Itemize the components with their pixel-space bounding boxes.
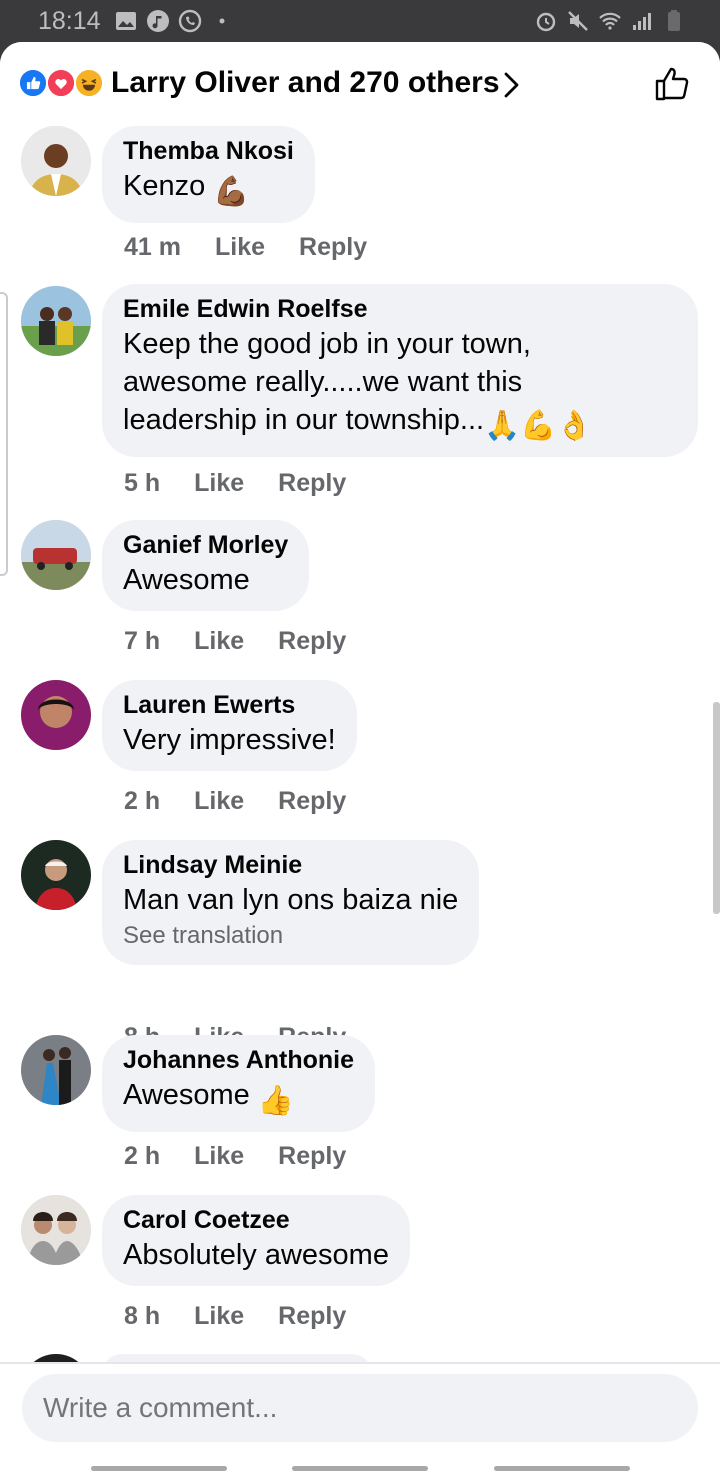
avatar[interactable] bbox=[21, 126, 91, 196]
reply-link[interactable]: Reply bbox=[278, 469, 346, 497]
like-link[interactable]: Like bbox=[194, 627, 244, 655]
battery-icon bbox=[668, 10, 680, 31]
comment-actions: 7 h Like Reply bbox=[124, 627, 380, 656]
emoji: 🙏 bbox=[484, 410, 521, 442]
mute-icon bbox=[568, 11, 588, 31]
comment-text: Very impressive! bbox=[123, 724, 336, 756]
signal-icon bbox=[633, 13, 651, 30]
haha-reaction-icon bbox=[74, 68, 104, 98]
comment-text: Man van lyn ons baiza nie bbox=[123, 884, 459, 916]
like-link[interactable]: Like bbox=[194, 787, 244, 815]
reactors-label[interactable]: Larry Oliver and 270 others bbox=[111, 66, 500, 100]
status-bar: 18:14 bbox=[0, 0, 720, 42]
comment-text: Kenzo bbox=[123, 170, 206, 202]
comment-actions: 5 h Like Reply bbox=[124, 469, 380, 498]
comment-time: 5 h bbox=[124, 469, 161, 497]
comment-author[interactable]: Carol Coetzee bbox=[123, 1205, 389, 1236]
like-link[interactable]: Like bbox=[194, 1302, 244, 1330]
reply-link[interactable]: Reply bbox=[278, 787, 346, 815]
emoji: 👍 bbox=[257, 1085, 294, 1117]
comment-actions: 41 m Like Reply bbox=[124, 233, 401, 262]
comment-bubble[interactable]: Johannes Anthonie Awesome 👍 bbox=[102, 1035, 376, 1132]
comment-bubble[interactable]: Themba Nkosi Kenzo 💪🏾 bbox=[102, 126, 315, 223]
comment-text-line: Keep the good job in your town, bbox=[123, 328, 531, 360]
nav-indicator bbox=[292, 1466, 428, 1471]
comment-bubble[interactable]: Lauren Ewerts Very impressive! bbox=[102, 680, 357, 771]
comment-actions: 2 h Like Reply bbox=[124, 787, 380, 816]
avatar[interactable] bbox=[21, 1035, 91, 1105]
scrollbar[interactable] bbox=[713, 702, 720, 914]
dot-icon bbox=[219, 18, 225, 24]
nav-bar bbox=[0, 1454, 720, 1480]
chevron-right-icon[interactable] bbox=[500, 70, 524, 100]
reactions-header[interactable]: Larry Oliver and 270 others bbox=[0, 42, 720, 126]
comment-time: 41 m bbox=[124, 233, 181, 261]
like-link[interactable]: Like bbox=[194, 469, 244, 497]
like-link[interactable]: Like bbox=[215, 233, 265, 261]
comment-text-line: leadership in our township... bbox=[123, 404, 485, 436]
comment-actions: 2 h Like Reply bbox=[124, 1142, 380, 1171]
comment-time: 8 h bbox=[124, 1302, 161, 1330]
comment-author[interactable]: Emile Edwin Roelfse bbox=[123, 294, 677, 325]
reaction-summary bbox=[18, 68, 108, 100]
comment-bubble[interactable]: Carol Coetzee Absolutely awesome bbox=[102, 1195, 410, 1286]
comments-sheet: Larry Oliver and 270 others Themba Nkosi… bbox=[0, 42, 720, 1480]
comment-author[interactable]: Ganief Morley bbox=[123, 530, 288, 561]
comment-author[interactable]: Lindsay Meinie bbox=[123, 850, 458, 881]
comment-bubble[interactable]: Lindsay Meinie Man van lyn ons baiza nie… bbox=[102, 840, 480, 965]
avatar[interactable] bbox=[21, 680, 91, 750]
comment-bubble[interactable]: Ganief Morley Awesome bbox=[102, 520, 310, 611]
side-edge bbox=[0, 292, 8, 576]
avatar[interactable] bbox=[21, 286, 91, 356]
wifi-icon bbox=[599, 12, 621, 30]
like-button-icon[interactable] bbox=[652, 64, 692, 104]
avatar[interactable] bbox=[21, 1195, 91, 1265]
emoji: 👌 bbox=[556, 410, 593, 442]
comment-author[interactable]: Johannes Anthonie bbox=[123, 1045, 354, 1076]
comment-time: 2 h bbox=[124, 1142, 161, 1170]
music-icon bbox=[147, 10, 169, 32]
status-time: 18:14 bbox=[38, 7, 101, 35]
see-translation-link[interactable]: See translation bbox=[123, 919, 458, 953]
love-reaction-icon bbox=[46, 68, 76, 98]
nav-indicator bbox=[494, 1466, 630, 1471]
like-link[interactable]: Like bbox=[194, 1142, 244, 1170]
comment-text: Awesome bbox=[123, 564, 250, 596]
comment-bubble[interactable]: Emile Edwin Roelfse Keep the good job in… bbox=[102, 284, 698, 457]
comment-author[interactable]: Lauren Ewerts bbox=[123, 690, 336, 721]
emoji: 💪 bbox=[520, 410, 557, 442]
comment-text-line: awesome really.....we want this bbox=[123, 366, 523, 398]
comment-time: 7 h bbox=[124, 627, 161, 655]
comment-text: Absolutely awesome bbox=[123, 1239, 389, 1271]
emoji: 💪🏾 bbox=[213, 176, 250, 208]
reply-link[interactable]: Reply bbox=[299, 233, 367, 261]
reply-link[interactable]: Reply bbox=[278, 1142, 346, 1170]
avatar[interactable] bbox=[21, 840, 91, 910]
avatar[interactable] bbox=[21, 520, 91, 590]
comment-input[interactable] bbox=[22, 1374, 698, 1442]
like-reaction-icon bbox=[18, 68, 48, 98]
alarm-icon bbox=[536, 12, 556, 32]
reply-link[interactable]: Reply bbox=[278, 1302, 346, 1330]
whatsapp-icon bbox=[178, 9, 202, 33]
comment-author[interactable]: Themba Nkosi bbox=[123, 136, 294, 167]
nav-indicator bbox=[91, 1466, 227, 1471]
reply-link[interactable]: Reply bbox=[278, 627, 346, 655]
comment-text: Awesome bbox=[123, 1079, 250, 1111]
gallery-icon bbox=[116, 12, 136, 30]
comment-actions: 8 h Like Reply bbox=[124, 1302, 380, 1331]
comment-time: 2 h bbox=[124, 787, 161, 815]
